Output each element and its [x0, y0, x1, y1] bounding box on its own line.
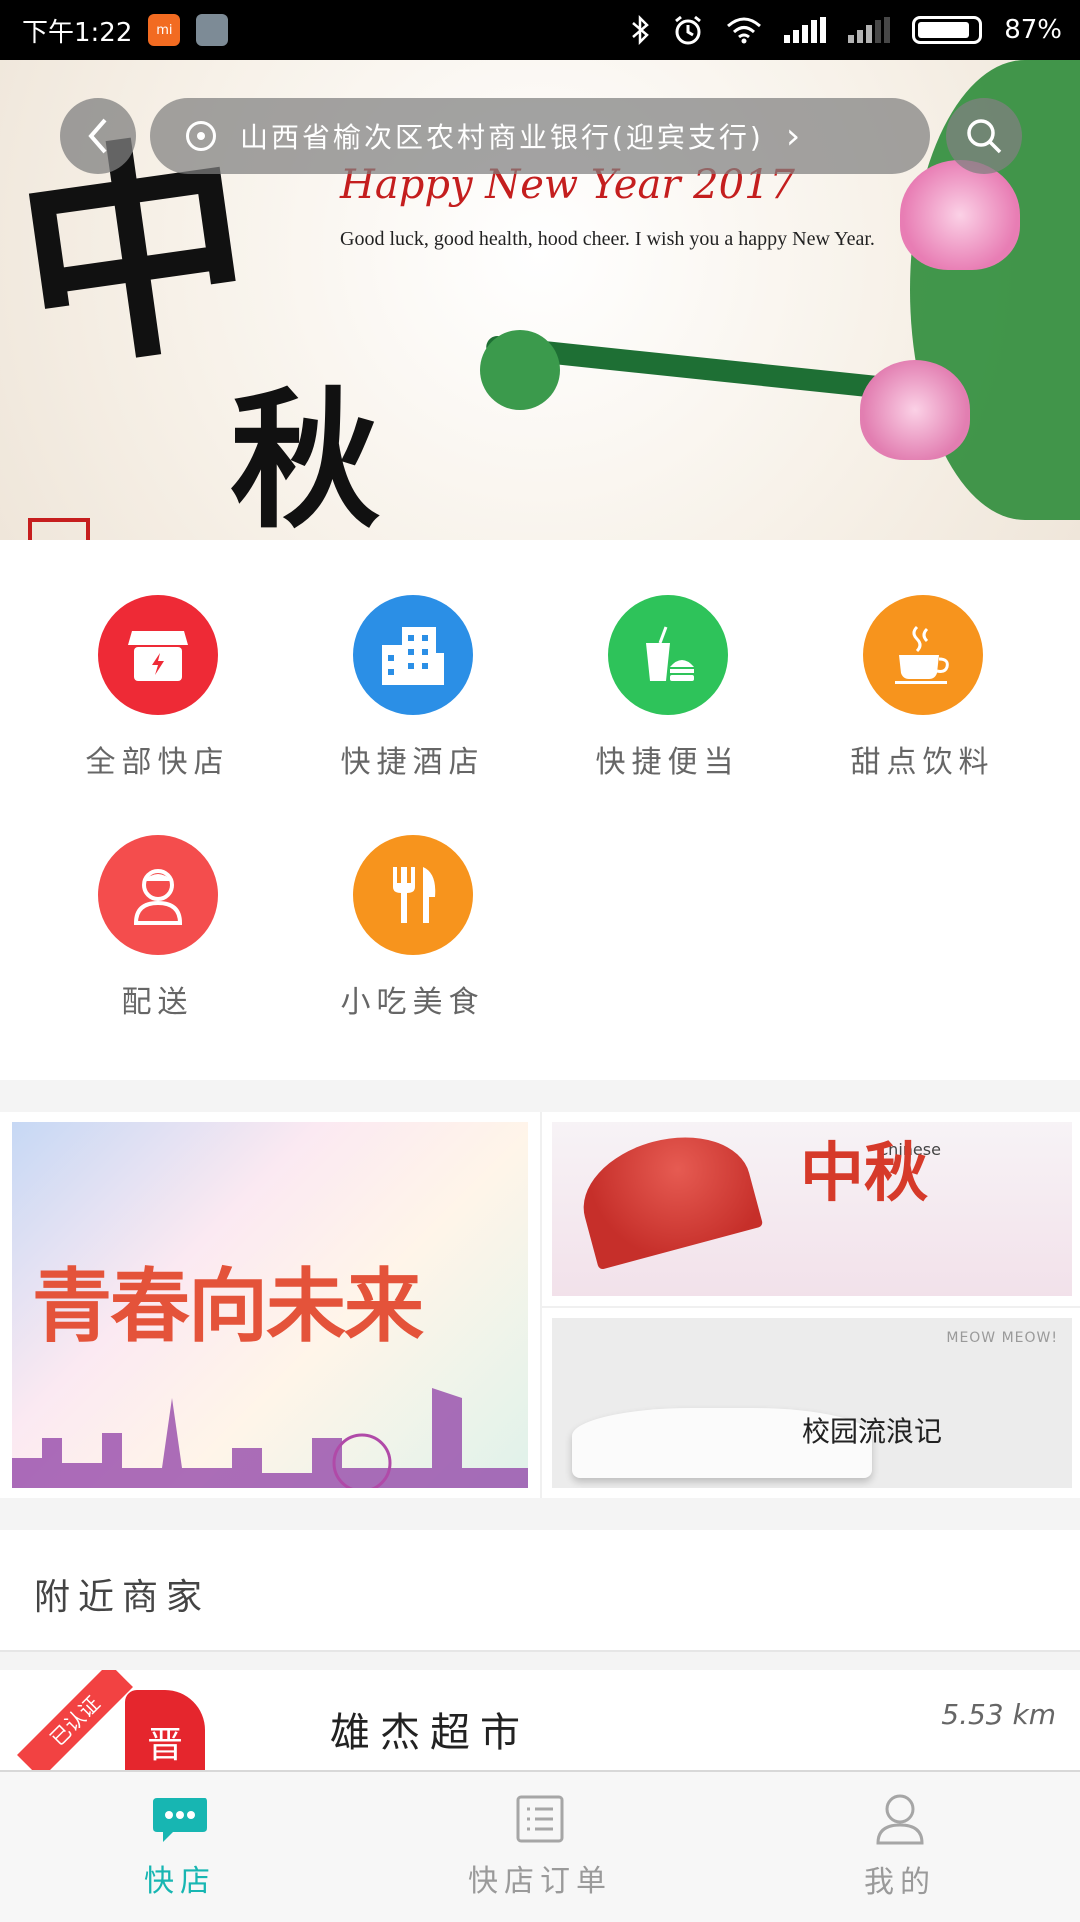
status-time: 下午1:22: [22, 17, 133, 48]
battery-percent: 87%: [1004, 15, 1062, 45]
hotel-icon: [352, 595, 473, 715]
lotus-pod-decoration: [480, 330, 560, 410]
promo-title: 校园流浪记: [802, 1415, 943, 1448]
category-grid: 全部快店 快捷酒店 快捷便当 甜点饮料 配送 小吃美食: [0, 540, 1080, 1080]
tab-profile[interactable]: 我的: [720, 1772, 1080, 1922]
bottom-tab-bar: 快店 快店订单 我的: [0, 1770, 1080, 1922]
promo-section: 青春向未来 Chinese 中秋 MEOW MEOW! 校园流浪记: [0, 1112, 1080, 1498]
category-delivery[interactable]: 配送: [30, 835, 285, 1021]
divider: [540, 1112, 542, 1498]
notes-app-icon: [196, 14, 229, 46]
store-icon: [97, 595, 218, 715]
alarm-icon: [675, 15, 702, 45]
signal-2-icon: [848, 17, 891, 43]
back-icon: [88, 118, 107, 154]
category-desserts-drinks[interactable]: 甜点饮料: [795, 595, 1050, 781]
tab-label: 快店: [144, 1864, 216, 1899]
promo-title: 中秋: [800, 1136, 928, 1211]
category-all-stores[interactable]: 全部快店: [30, 595, 285, 781]
promo-banner-midautumn[interactable]: Chinese 中秋: [552, 1122, 1072, 1296]
status-bar: 下午1:22 mi 87%: [0, 0, 1080, 60]
lotus-flower-decoration: [900, 160, 1020, 270]
courier-icon: [97, 835, 218, 955]
banner-greeting: Good luck, good health, hood cheer. I wi…: [340, 228, 875, 250]
category-label: 配送: [121, 985, 194, 1020]
promo-banner-youth[interactable]: 青春向未来: [12, 1122, 528, 1488]
category-hotel[interactable]: 快捷酒店: [285, 595, 540, 781]
store-distance: 5.53 km: [941, 1698, 1056, 1731]
chevron-right-icon: ›: [785, 115, 801, 157]
verified-badge: 已认证: [17, 1670, 133, 1770]
bluetooth-icon: [632, 15, 650, 45]
tab-orders[interactable]: 快店订单: [360, 1772, 720, 1922]
category-snacks[interactable]: 小吃美食: [285, 835, 540, 1021]
promo-banner-campus[interactable]: MEOW MEOW! 校园流浪记: [552, 1318, 1072, 1488]
location-selector[interactable]: 山西省榆次区农村商业银行(迎宾支行) ›: [150, 98, 930, 174]
promo-title: 青春向未来: [32, 1259, 424, 1353]
category-label: 甜点饮料: [850, 745, 995, 780]
store-logo: 晋: [125, 1690, 205, 1770]
category-label: 快捷便当: [595, 745, 740, 780]
location-text: 山西省榆次区农村商业银行(迎宾支行): [240, 121, 764, 154]
lotus-flower-decoration-2: [860, 360, 970, 460]
food-icon: [352, 835, 473, 955]
calligraphy-character-2: 秋: [230, 373, 381, 540]
tab-shops[interactable]: 快店: [0, 1772, 360, 1922]
section-title: 附近商家: [34, 1577, 211, 1618]
store-list-item[interactable]: 已认证 晋 雄杰超市 5.53 km: [0, 1670, 1080, 1770]
user-icon: [876, 1794, 924, 1845]
nearby-section-header: 附近商家: [0, 1530, 1080, 1652]
search-icon: [967, 119, 1002, 154]
chat-icon: [153, 1798, 207, 1842]
city-skyline-illustration: [12, 1388, 528, 1488]
store-name: 雄杰超市: [330, 1710, 530, 1756]
category-bento[interactable]: 快捷便当: [540, 595, 795, 781]
category-label: 小吃美食: [340, 985, 485, 1020]
coffee-icon: [862, 595, 983, 715]
tab-label: 快店订单: [468, 1864, 612, 1899]
umbrella-illustration: [570, 1122, 764, 1271]
mi-app-icon: mi: [148, 14, 181, 46]
list-icon: [516, 1795, 564, 1843]
back-button[interactable]: [60, 98, 136, 174]
signal-icon: [784, 17, 827, 43]
red-seal-stamp: 印: [28, 518, 90, 540]
bento-icon: [607, 595, 728, 715]
search-button[interactable]: [946, 98, 1022, 174]
tab-label: 我的: [864, 1865, 936, 1900]
wifi-icon: [727, 17, 762, 44]
location-pin-icon: [186, 121, 216, 151]
divider: [542, 1306, 1080, 1308]
category-label: 快捷酒店: [340, 745, 485, 780]
promo-subtitle: MEOW MEOW!: [946, 1330, 1058, 1346]
battery-icon: [912, 16, 983, 44]
category-label: 全部快店: [85, 745, 230, 780]
